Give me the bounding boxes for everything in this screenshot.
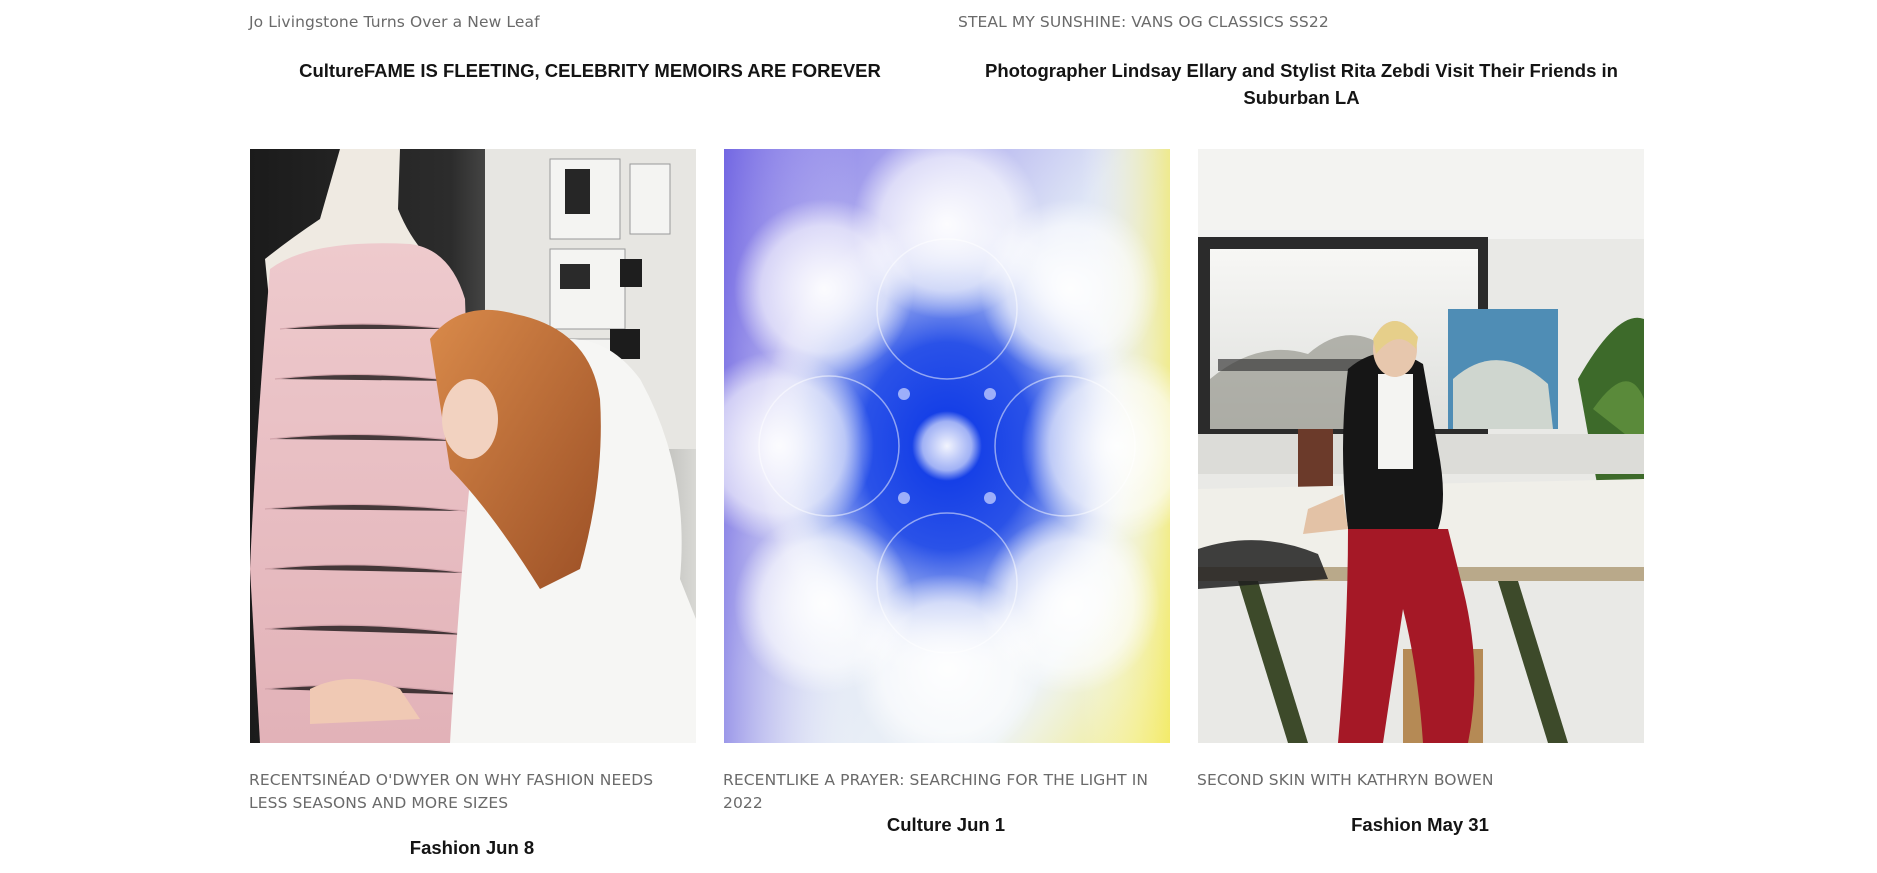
studio-portrait-photo: [1198, 149, 1644, 743]
article-kicker-link[interactable]: SECOND SKIN WITH KATHRYN BOWEN: [1197, 769, 1643, 792]
article-image-studio[interactable]: [1198, 149, 1644, 743]
article-meta-link[interactable]: Fashion May 31: [1197, 811, 1643, 838]
article-kicker-link[interactable]: Jo Livingstone Turns Over a New Leaf: [249, 11, 540, 34]
article-meta-link[interactable]: Culture Jun 1: [723, 811, 1169, 838]
article-headline-link[interactable]: Photographer Lindsay Ellary and Stylist …: [958, 57, 1645, 111]
article-image-fitting[interactable]: [250, 149, 696, 743]
article-kicker-link[interactable]: RECENTLIKE A PRAYER: SEARCHING FOR THE L…: [723, 769, 1169, 815]
article-kicker-link[interactable]: RECENTSINÉAD O'DWYER ON WHY FASHION NEED…: [249, 769, 669, 815]
aura-artwork: [724, 149, 1170, 743]
article-meta-link[interactable]: Fashion Jun 8: [249, 834, 695, 861]
article-kicker-link[interactable]: STEAL MY SUNSHINE: VANS OG CLASSICS SS22: [958, 11, 1329, 34]
article-headline-link[interactable]: CultureFAME IS FLEETING, CELEBRITY MEMOI…: [249, 57, 931, 84]
dress-form-photo: [250, 149, 696, 743]
article-image-aura[interactable]: [724, 149, 1170, 743]
